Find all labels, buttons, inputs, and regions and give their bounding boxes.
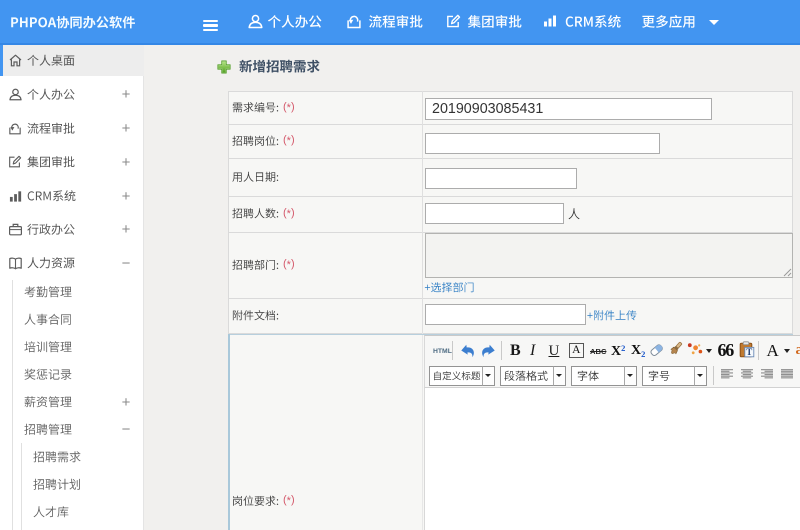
svg-text:T: T xyxy=(746,347,752,357)
